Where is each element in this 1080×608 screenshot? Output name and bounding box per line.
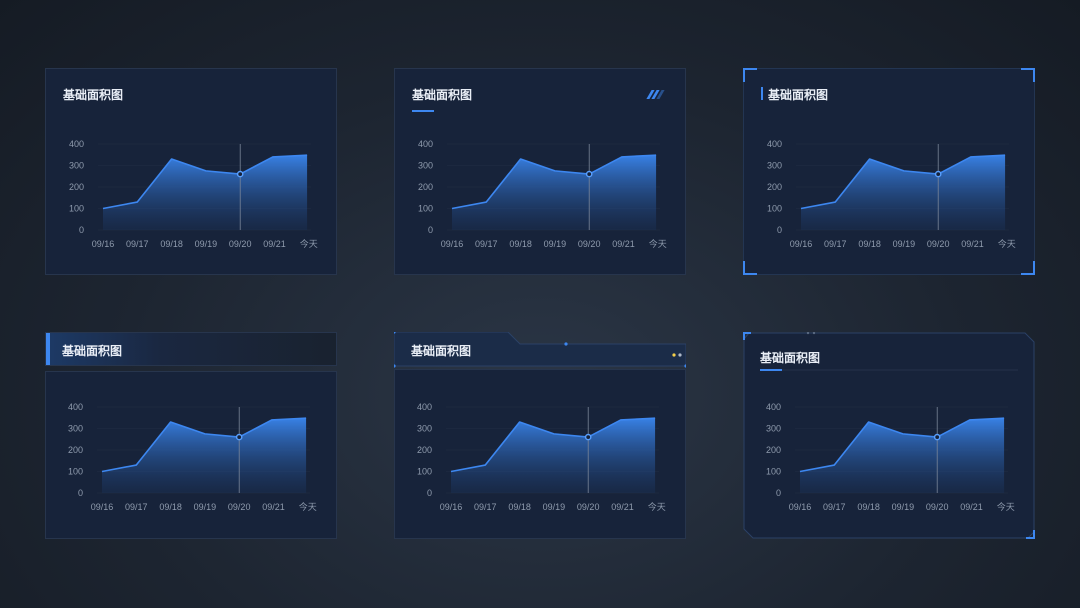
area-chart[interactable]: 0 100 200 300 400 09/16 09/17 09/18 09/19 09/20 09…: [46, 69, 338, 276]
chart-panel-4: 基础面积图 0 100 200 300 400 09/16 09/17 09/18 09/19 0…: [45, 332, 337, 539]
x-tick-label: 09/19: [893, 239, 916, 249]
y-tick-label: 0: [428, 225, 433, 235]
area-fill: [800, 418, 1005, 493]
highlight-data-point[interactable]: [584, 433, 592, 441]
y-tick-label: 400: [68, 402, 83, 412]
x-tick-label: 09/17: [824, 239, 847, 249]
y-tick-label: 300: [418, 161, 433, 171]
y-tick-label: 100: [417, 467, 432, 477]
y-tick-label: 0: [776, 488, 781, 498]
x-tick-label: 09/17: [475, 239, 498, 249]
highlight-data-point[interactable]: [933, 433, 941, 441]
x-tick-label: 09/17: [126, 239, 149, 249]
x-tick-label: 09/19: [543, 502, 566, 512]
chart-panel-3: 基础面积图 0 100 200 300 400 09/16 09/17 09/18 09/19 0…: [743, 68, 1035, 275]
x-tick-label: 09/18: [509, 239, 532, 249]
x-tick-label: 09/18: [858, 239, 881, 249]
x-tick-label: 09/16: [440, 502, 463, 512]
x-tick-label: 09/16: [92, 239, 115, 249]
x-tick-label: 09/19: [195, 239, 218, 249]
area-fill: [451, 418, 656, 493]
x-tick-label: 09/21: [960, 502, 983, 512]
x-tick-label: 今天: [300, 238, 318, 249]
area-fill: [452, 155, 657, 230]
area-fill: [102, 418, 307, 493]
x-tick-label: 09/18: [857, 502, 880, 512]
area-chart[interactable]: 0 100 200 300 400 09/16 09/17 09/18 09/19 09/20 09…: [743, 332, 1035, 539]
y-tick-label: 400: [418, 139, 433, 149]
x-tick-label: 09/18: [160, 239, 183, 249]
chart-panel-2: 基础面积图 0 100 200 300 400 09/16 09/17 09/18 09/19 0…: [394, 68, 686, 275]
highlight-data-point[interactable]: [934, 170, 942, 178]
x-tick-label: 09/21: [961, 239, 984, 249]
y-tick-label: 100: [767, 204, 782, 214]
chart-panel-5: 基础面积图 0 100 200 300 400 09/16 09/17 09/18 09/19 0…: [394, 332, 686, 539]
x-tick-label: 09/17: [125, 502, 148, 512]
x-tick-label: 09/18: [159, 502, 182, 512]
highlight-data-point[interactable]: [236, 170, 244, 178]
y-tick-label: 0: [78, 488, 83, 498]
x-tick-label: 09/20: [578, 239, 601, 249]
y-tick-label: 300: [766, 424, 781, 434]
x-tick-label: 今天: [998, 238, 1016, 249]
highlight-data-point[interactable]: [235, 433, 243, 441]
x-tick-label: 09/17: [823, 502, 846, 512]
area-fill: [103, 155, 308, 230]
y-tick-label: 0: [79, 225, 84, 235]
x-tick-label: 09/17: [474, 502, 497, 512]
y-tick-label: 200: [417, 445, 432, 455]
x-tick-label: 09/16: [789, 502, 812, 512]
x-tick-label: 09/20: [927, 239, 950, 249]
area-chart[interactable]: 0 100 200 300 400 09/16 09/17 09/18 09/19 09/20 09…: [744, 69, 1036, 276]
x-tick-label: 09/20: [577, 502, 600, 512]
y-tick-label: 400: [767, 139, 782, 149]
y-tick-label: 400: [417, 402, 432, 412]
x-tick-label: 今天: [997, 501, 1015, 512]
x-tick-label: 09/19: [194, 502, 217, 512]
y-tick-label: 200: [68, 445, 83, 455]
area-chart[interactable]: 0 100 200 300 400 09/16 09/17 09/18 09/19 09/20 09…: [394, 332, 686, 539]
y-tick-label: 200: [69, 182, 84, 192]
x-tick-label: 09/19: [544, 239, 567, 249]
x-tick-label: 09/21: [262, 502, 285, 512]
y-tick-label: 0: [427, 488, 432, 498]
y-tick-label: 300: [68, 424, 83, 434]
x-tick-label: 09/16: [91, 502, 114, 512]
x-tick-label: 09/20: [228, 502, 251, 512]
x-tick-label: 今天: [648, 501, 666, 512]
y-tick-label: 200: [766, 445, 781, 455]
x-tick-label: 09/16: [441, 239, 464, 249]
y-tick-label: 200: [767, 182, 782, 192]
x-tick-label: 09/18: [508, 502, 531, 512]
x-tick-label: 09/20: [229, 239, 252, 249]
y-tick-label: 300: [417, 424, 432, 434]
y-tick-label: 400: [69, 139, 84, 149]
y-tick-label: 0: [777, 225, 782, 235]
y-tick-label: 100: [418, 204, 433, 214]
y-tick-label: 100: [68, 467, 83, 477]
area-chart[interactable]: 0 100 200 300 400 09/16 09/17 09/18 09/19 09/20 09…: [45, 332, 337, 539]
area-fill: [801, 155, 1006, 230]
x-tick-label: 09/21: [611, 502, 634, 512]
y-tick-label: 300: [69, 161, 84, 171]
x-tick-label: 09/16: [790, 239, 813, 249]
x-tick-label: 今天: [649, 238, 667, 249]
area-chart[interactable]: 0 100 200 300 400 09/16 09/17 09/18 09/19 09/20 09…: [395, 69, 687, 276]
y-tick-label: 100: [69, 204, 84, 214]
x-tick-label: 今天: [299, 501, 317, 512]
x-tick-label: 09/21: [263, 239, 286, 249]
y-tick-label: 200: [418, 182, 433, 192]
y-tick-label: 300: [767, 161, 782, 171]
highlight-data-point[interactable]: [585, 170, 593, 178]
chart-panel-1: 基础面积图 0 100 200 300 400 09/16 09/17 09/18 09/19 0…: [45, 68, 337, 275]
y-tick-label: 100: [766, 467, 781, 477]
x-tick-label: 09/19: [892, 502, 915, 512]
x-tick-label: 09/21: [612, 239, 635, 249]
y-tick-label: 400: [766, 402, 781, 412]
chart-panel-6: 基础面积图 0 100 200 300 400 09/16 09/17 09/18 09/19 0…: [743, 332, 1035, 539]
x-tick-label: 09/20: [926, 502, 949, 512]
